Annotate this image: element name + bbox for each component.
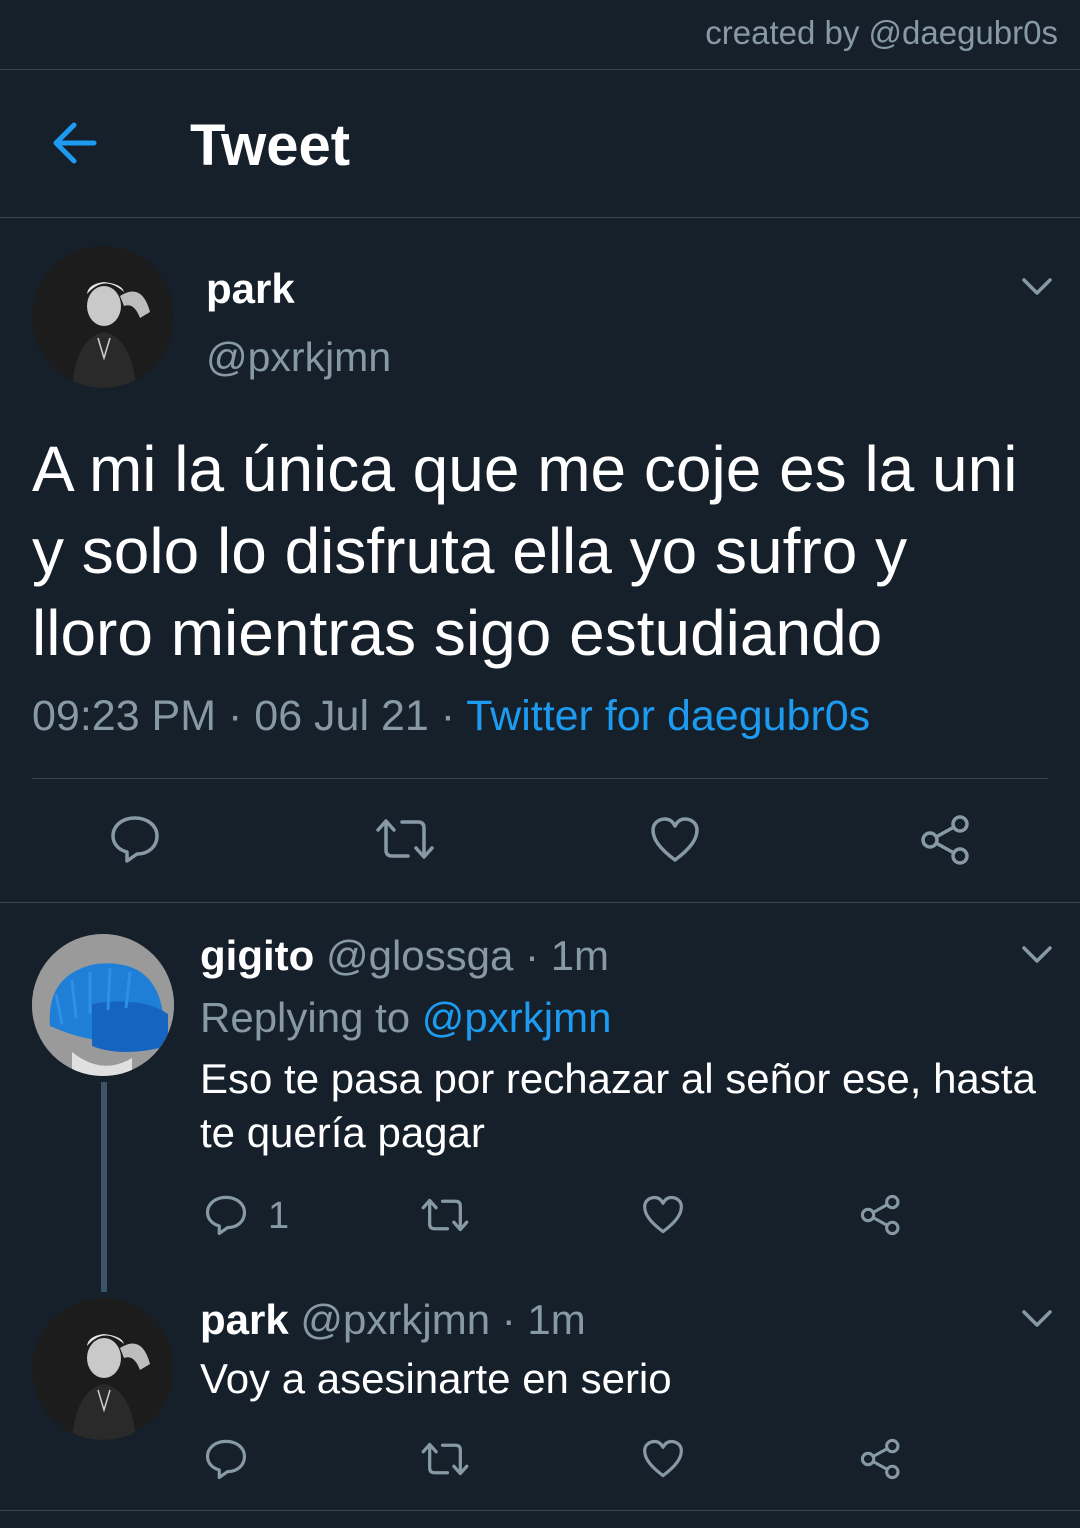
reply-author-name[interactable]: gigito xyxy=(200,932,314,979)
author-name[interactable]: park xyxy=(206,265,295,313)
reply-header: gigito @glossga · 1m xyxy=(200,932,609,980)
like-icon[interactable] xyxy=(642,1195,684,1235)
reply-icon[interactable] xyxy=(205,1438,247,1480)
meta-divider xyxy=(32,778,1048,779)
replying-to-label: Replying to xyxy=(200,994,422,1041)
chevron-down-icon[interactable] xyxy=(1020,276,1054,298)
tweet-date: 06 Jul 21 xyxy=(254,692,429,740)
top-divider xyxy=(0,69,1080,70)
thread-line xyxy=(101,1082,107,1292)
tweet-meta: 09:23 PM · 06 Jul 21 · Twitter for daegu… xyxy=(32,692,870,741)
avatar[interactable] xyxy=(32,246,174,388)
bottom-divider xyxy=(0,1510,1080,1511)
retweet-icon[interactable] xyxy=(420,1440,470,1478)
retweet-icon[interactable] xyxy=(374,816,436,862)
reply-text: Voy a asesinarte en serio xyxy=(200,1355,672,1402)
reply-author-name[interactable]: park xyxy=(200,1296,289,1343)
page-title: Tweet xyxy=(190,113,351,178)
reply-time: 1m xyxy=(527,1296,586,1343)
like-icon[interactable] xyxy=(650,816,700,864)
tweet-source-link[interactable]: Twitter for daegubr0s xyxy=(466,692,870,740)
replying-to-handle[interactable]: @pxrkjmn xyxy=(422,994,612,1041)
back-button[interactable] xyxy=(48,117,100,169)
share-icon[interactable] xyxy=(860,1194,902,1236)
meta-separator: · xyxy=(216,692,255,740)
reply-author-handle[interactable]: @pxrkjmn xyxy=(300,1296,490,1343)
reply-text: Eso te pasa por rechazar al señor ese, h… xyxy=(200,1055,1036,1156)
reply-icon[interactable] xyxy=(205,1194,247,1236)
reply-author-handle[interactable]: @glossga xyxy=(326,932,513,979)
chevron-down-icon[interactable] xyxy=(1020,1308,1054,1330)
reply-header: park @pxrkjmn · 1m xyxy=(200,1296,586,1344)
chevron-down-icon[interactable] xyxy=(1020,944,1054,966)
avatar[interactable] xyxy=(32,934,174,1076)
header-divider xyxy=(0,217,1080,218)
share-icon[interactable] xyxy=(920,814,972,866)
avatar[interactable] xyxy=(32,1298,174,1440)
creator-credit: created by @daegubr0s xyxy=(705,14,1058,51)
tweet-time: 09:23 PM xyxy=(32,692,217,740)
reply-time: 1m xyxy=(550,932,610,979)
tweet-divider xyxy=(0,902,1080,903)
tweet-text: A mi la única que me coje es la uni y so… xyxy=(32,433,1018,669)
author-handle[interactable]: @pxrkjmn xyxy=(206,334,391,381)
reply-count: 1 xyxy=(268,1195,290,1237)
replying-to: Replying to @pxrkjmn xyxy=(200,994,611,1042)
reply-separator: · xyxy=(513,932,551,979)
retweet-icon[interactable] xyxy=(420,1196,470,1234)
meta-separator: · xyxy=(428,692,467,740)
share-icon[interactable] xyxy=(860,1438,902,1480)
reply-icon[interactable] xyxy=(110,814,160,864)
back-arrow-icon xyxy=(53,122,97,164)
like-icon[interactable] xyxy=(642,1439,684,1479)
reply-separator: · xyxy=(490,1296,528,1343)
